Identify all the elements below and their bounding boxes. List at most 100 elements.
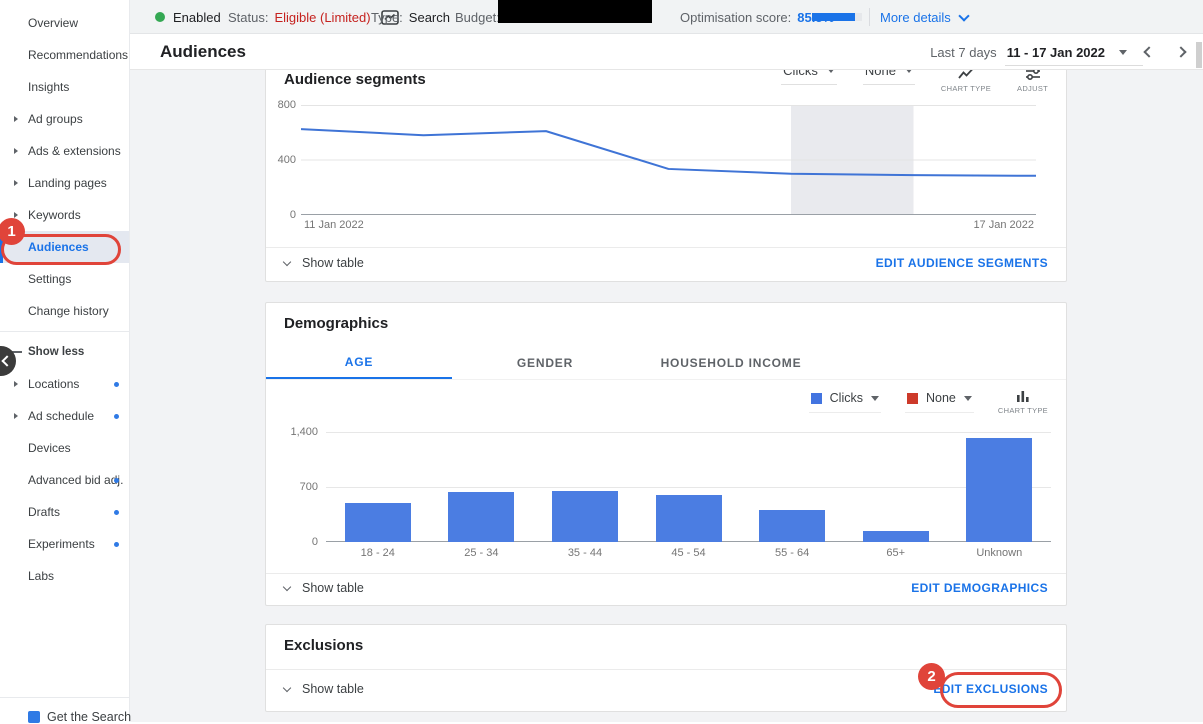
compare-dropdown[interactable]: None <box>863 70 915 85</box>
bar <box>345 503 411 542</box>
metric-dropdown-value: Clicks <box>783 70 818 78</box>
sidebar-item-ad-schedule[interactable]: Ad schedule <box>0 400 129 432</box>
more-details-button[interactable]: More details <box>880 0 968 34</box>
type-label: Type: <box>371 10 403 25</box>
tab-household-income[interactable]: HOUSEHOLD INCOME <box>638 347 824 379</box>
adjust-button[interactable]: ADJUST <box>1017 70 1048 93</box>
adjust-label: ADJUST <box>1017 84 1048 93</box>
date-preset-label: Last 7 days <box>930 45 997 60</box>
sidebar-item-landing-pages[interactable]: Landing pages <box>0 167 129 199</box>
sidebar-item-ads-extensions[interactable]: Ads & extensions <box>0 135 129 167</box>
budget-label: Budget: <box>455 10 500 25</box>
edit-exclusions-link[interactable]: EDIT EXCLUSIONS <box>933 682 1048 696</box>
y-axis-label: 1,400 <box>266 426 318 438</box>
tab-gender[interactable]: GENDER <box>452 347 638 379</box>
dropdown-arrow-icon <box>827 70 835 73</box>
x-axis-label: 35 - 44 <box>533 547 637 559</box>
bar <box>448 492 514 542</box>
sidebar-item-label: Ad schedule <box>28 409 94 423</box>
card-title: Audience segments <box>284 71 426 88</box>
sidebar-item-labs[interactable]: Labs <box>0 560 129 592</box>
x-axis-label: 17 Jan 2022 <box>973 219 1034 231</box>
next-period-button[interactable] <box>1171 42 1191 62</box>
date-range-picker[interactable]: Last 7 days 11 - 17 Jan 2022 <box>930 45 1127 60</box>
sidebar-item-devices[interactable]: Devices <box>0 432 129 464</box>
sidebar-item-label: Insights <box>28 80 69 94</box>
line-chart <box>301 105 1036 215</box>
dropdown-arrow-icon <box>871 396 879 401</box>
chart-type-button[interactable]: CHART TYPE <box>941 70 991 93</box>
expand-arrow-icon <box>14 212 18 218</box>
sidebar-item-settings[interactable]: Settings <box>0 263 129 295</box>
chevron-down-icon <box>283 257 291 265</box>
sidebar-item-ad-groups[interactable]: Ad groups <box>0 103 129 135</box>
notification-dot <box>114 478 119 483</box>
show-table-toggle[interactable]: Show table <box>284 256 364 270</box>
legend-clicks-dropdown[interactable]: Clicks <box>809 389 881 413</box>
sidebar-item-label: Labs <box>28 569 54 583</box>
sidebar-item-insights[interactable]: Insights <box>0 71 129 103</box>
chevron-left-icon <box>1 355 12 366</box>
sidebar-item-label: Devices <box>28 441 71 455</box>
y-axis-label: 0 <box>266 209 296 221</box>
tab-age[interactable]: AGE <box>266 347 452 379</box>
demographics-tabs: AGEGENDERHOUSEHOLD INCOME <box>266 347 1066 380</box>
more-details-label: More details <box>880 10 951 25</box>
legend-label: None <box>926 391 956 405</box>
bar <box>863 531 929 542</box>
chevron-right-icon <box>1175 46 1186 57</box>
chevron-left-icon <box>1143 46 1154 57</box>
campaign-enabled-status[interactable]: Enabled <box>155 0 221 34</box>
scrollbar-thumb[interactable] <box>1196 42 1202 68</box>
demographics-card: Demographics AGEGENDERHOUSEHOLD INCOME C… <box>265 302 1067 606</box>
show-table-label: Show table <box>302 581 364 595</box>
y-axis-label: 800 <box>266 99 296 111</box>
y-axis-label: 0 <box>266 536 318 548</box>
bar-slot <box>947 432 1051 542</box>
enabled-status-icon <box>155 12 165 22</box>
chevron-down-icon <box>283 582 291 590</box>
audience-segments-chart <box>301 105 1036 215</box>
edit-demographics-link[interactable]: EDIT DEMOGRAPHICS <box>911 581 1048 595</box>
expand-arrow-icon <box>14 413 18 419</box>
sidebar-item-change-history[interactable]: Change history <box>0 295 129 327</box>
sidebar-divider <box>0 331 129 332</box>
sidebar-item-label: Locations <box>28 377 79 391</box>
bar <box>552 491 618 542</box>
chart-type-button[interactable]: CHART TYPE <box>998 389 1048 415</box>
enabled-label: Enabled <box>173 10 221 25</box>
sidebar-item-label: Settings <box>28 272 71 286</box>
sidebar-item-recommendations[interactable]: Recommendations <box>0 39 129 71</box>
bar <box>759 510 825 542</box>
sidebar-item-drafts[interactable]: Drafts <box>0 496 129 528</box>
sidebar-item-label: Experiments <box>28 537 95 551</box>
edit-audience-segments-link[interactable]: EDIT AUDIENCE SEGMENTS <box>876 256 1048 270</box>
sidebar-item-locations[interactable]: Locations <box>0 368 129 400</box>
bar-chart-icon <box>1016 389 1030 403</box>
sidebar-item-show-less[interactable]: Show less <box>0 336 129 368</box>
dropdown-arrow-icon <box>1119 50 1127 55</box>
sidebar-item-label: Advanced bid adj. <box>28 473 123 487</box>
x-axis-label: 11 Jan 2022 <box>304 219 364 231</box>
sidebar-item-overview[interactable]: Overview <box>0 7 129 39</box>
legend-swatch <box>811 393 822 404</box>
exclusions-card: Exclusions Show table EDIT EXCLUSIONS <box>265 624 1067 712</box>
metric-dropdown[interactable]: Clicks <box>781 70 837 85</box>
bar-slot <box>326 432 430 542</box>
chart-type-label: CHART TYPE <box>941 84 991 93</box>
chevron-down-icon <box>283 683 291 691</box>
sidebar-item-label: Ads & extensions <box>28 144 121 158</box>
dropdown-arrow-icon <box>964 396 972 401</box>
topbar-divider <box>869 8 870 26</box>
sidebar-item-advanced-bid-adj[interactable]: Advanced bid adj. <box>0 464 129 496</box>
legend-none-dropdown[interactable]: None <box>905 389 974 413</box>
expand-arrow-icon <box>14 381 18 387</box>
sidebar-item-experiments[interactable]: Experiments <box>0 528 129 560</box>
sidebar-item-label: Recommendations <box>28 48 128 62</box>
annotation-step-2-circle: 2 <box>918 663 945 690</box>
show-table-toggle[interactable]: Show table <box>284 682 364 696</box>
previous-period-button[interactable] <box>1139 42 1159 62</box>
show-table-toggle[interactable]: Show table <box>284 581 364 595</box>
sidebar-item-label: Drafts <box>28 505 60 519</box>
expand-arrow-icon <box>14 116 18 122</box>
